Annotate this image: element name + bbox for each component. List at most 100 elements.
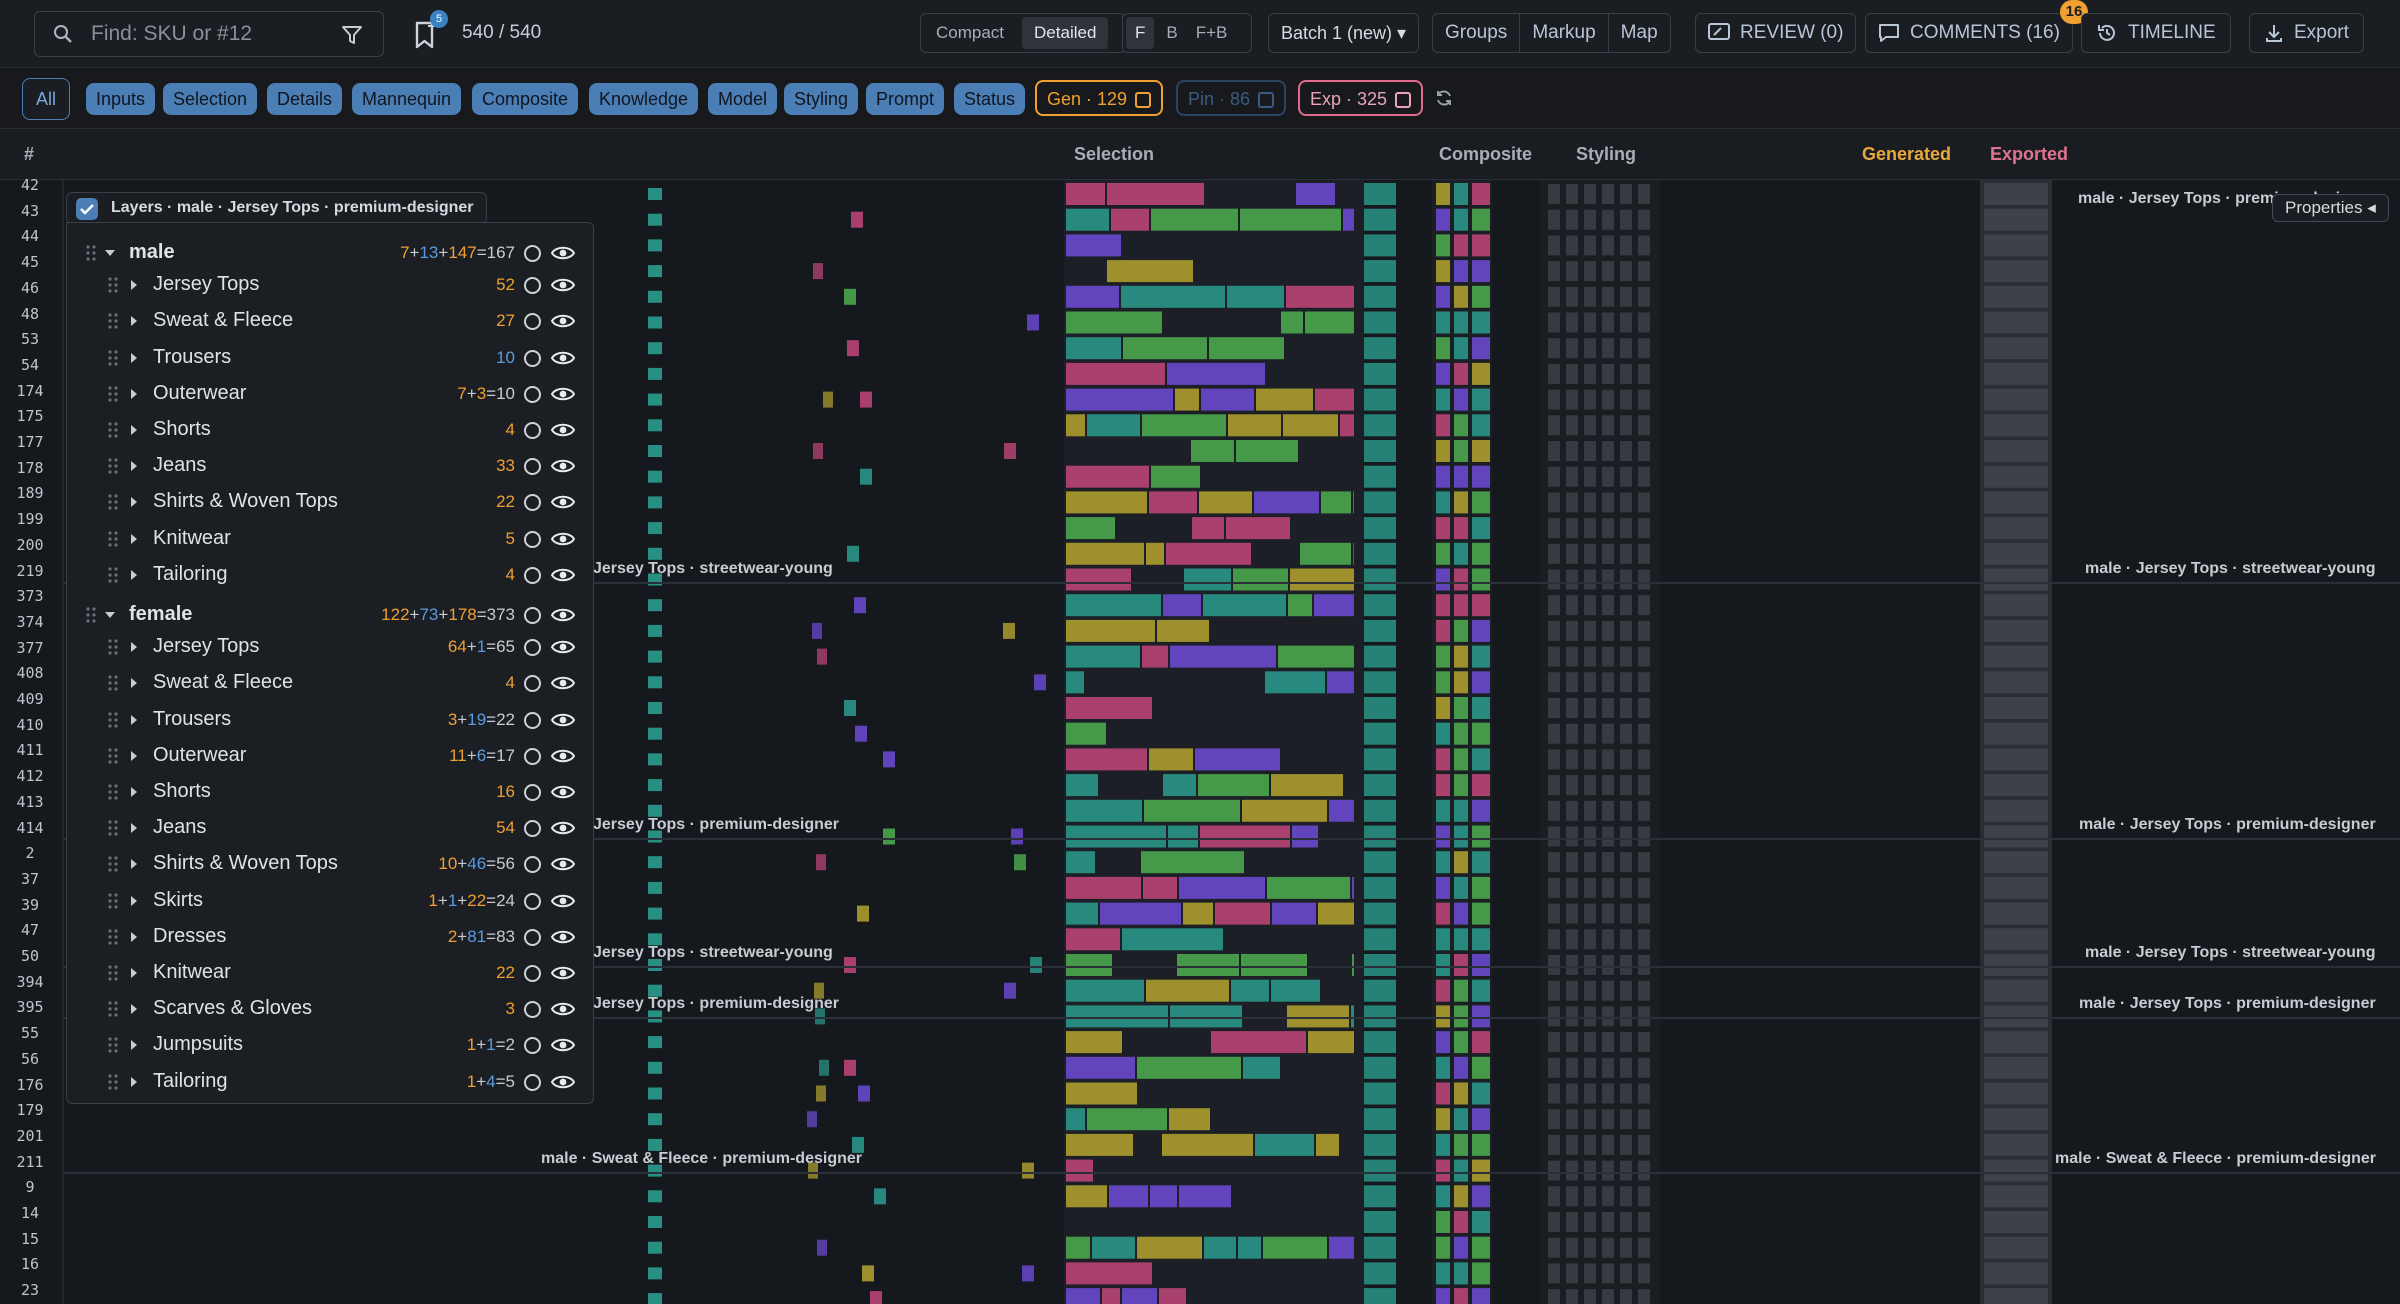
layer-item[interactable]: Shirts & Woven Tops 22 <box>67 484 593 520</box>
layer-item[interactable]: Sweat & Fleece 4 <box>67 665 593 701</box>
solo-radio[interactable] <box>524 1037 541 1055</box>
eye-icon[interactable] <box>550 892 576 910</box>
drag-handle-icon[interactable] <box>107 637 119 657</box>
eye-icon[interactable] <box>550 1073 576 1091</box>
solo-radio[interactable] <box>524 747 541 765</box>
layer-item[interactable]: Knitwear 22 <box>67 955 593 991</box>
solo-radio[interactable] <box>524 458 541 476</box>
chevron-right-icon[interactable] <box>127 749 141 763</box>
chevron-right-icon[interactable] <box>127 785 141 799</box>
chevron-right-icon[interactable] <box>127 459 141 473</box>
layer-item[interactable]: male 7+13+147=167 <box>67 235 593 271</box>
eye-icon[interactable] <box>550 783 576 801</box>
solo-radio[interactable] <box>524 349 541 367</box>
solo-radio[interactable] <box>524 385 541 403</box>
layer-item[interactable]: Jeans 54 <box>67 810 593 846</box>
drag-handle-icon[interactable] <box>107 963 119 983</box>
chip-mannequin[interactable]: Mannequin <box>352 83 462 115</box>
drag-handle-icon[interactable] <box>107 927 119 947</box>
pinned-filter[interactable]: Pin · 86 <box>1176 80 1287 116</box>
drag-handle-icon[interactable] <box>85 605 97 625</box>
search-box[interactable] <box>34 11 384 57</box>
layer-item[interactable]: Sweat & Fleece 27 <box>67 303 593 339</box>
drag-handle-icon[interactable] <box>107 456 119 476</box>
drag-handle-icon[interactable] <box>107 999 119 1019</box>
eye-icon[interactable] <box>550 276 576 294</box>
layer-item[interactable]: Outerwear 11+6=17 <box>67 738 593 774</box>
properties-button[interactable]: Properties ◂ <box>2272 194 2389 222</box>
solo-radio[interactable] <box>524 784 541 801</box>
drag-handle-icon[interactable] <box>107 348 119 368</box>
solo-radio[interactable] <box>524 566 541 584</box>
front-option[interactable]: F <box>1126 17 1155 49</box>
eye-icon[interactable] <box>550 1000 576 1018</box>
chevron-right-icon[interactable] <box>127 423 141 437</box>
chevron-down-icon[interactable] <box>103 608 117 622</box>
solo-radio[interactable] <box>524 245 541 262</box>
checkbox-icon[interactable] <box>76 198 98 220</box>
solo-radio[interactable] <box>524 277 541 295</box>
export-button[interactable]: Export <box>2249 13 2364 53</box>
eye-icon[interactable] <box>550 964 576 982</box>
chip-all[interactable]: All <box>22 78 71 120</box>
drag-handle-icon[interactable] <box>107 818 119 838</box>
chevron-right-icon[interactable] <box>127 640 141 654</box>
drag-handle-icon[interactable] <box>107 565 119 585</box>
drag-handle-icon[interactable] <box>107 710 119 730</box>
chevron-right-icon[interactable] <box>127 351 141 365</box>
chevron-right-icon[interactable] <box>127 532 141 546</box>
solo-radio[interactable] <box>524 856 541 874</box>
drag-handle-icon[interactable] <box>107 311 119 331</box>
drag-handle-icon[interactable] <box>85 243 97 263</box>
layer-item[interactable]: Dresses 2+81=83 <box>67 919 593 955</box>
eye-icon[interactable] <box>550 312 576 330</box>
eye-icon[interactable] <box>550 244 576 262</box>
layer-item[interactable]: Knitwear 5 <box>67 521 593 557</box>
layer-item[interactable]: Jersey Tops 52 <box>67 267 593 303</box>
solo-radio[interactable] <box>524 1073 541 1091</box>
chevron-right-icon[interactable] <box>127 676 141 690</box>
drag-handle-icon[interactable] <box>107 529 119 549</box>
chevron-right-icon[interactable] <box>127 1002 141 1016</box>
selection-column-header[interactable]: Selection <box>1074 144 1154 165</box>
eye-icon[interactable] <box>550 385 576 403</box>
chevron-right-icon[interactable] <box>127 387 141 401</box>
solo-radio[interactable] <box>524 711 541 729</box>
layer-item[interactable]: Tailoring 4 <box>67 557 593 593</box>
chip-status[interactable]: Status <box>954 83 1026 115</box>
layer-item[interactable]: Tailoring 1+4=5 <box>67 1064 593 1100</box>
batch-select[interactable]: Batch 1 (new) ▾ <box>1268 13 1420 53</box>
exported-filter[interactable]: Exp · 325 <box>1298 80 1424 116</box>
comments-button[interactable]: COMMENTS (16) <box>1865 13 2073 53</box>
search-input[interactable] <box>91 20 321 48</box>
map-mode[interactable]: Map <box>1609 14 1670 52</box>
solo-radio[interactable] <box>524 607 541 624</box>
layer-item[interactable]: female 122+73+178=373 <box>67 597 593 633</box>
layer-item[interactable]: Skirts 1+1+22=24 <box>67 883 593 919</box>
chevron-right-icon[interactable] <box>127 278 141 292</box>
layer-item[interactable]: Outerwear 7+3=10 <box>67 376 593 412</box>
eye-icon[interactable] <box>550 711 576 729</box>
solo-radio[interactable] <box>524 530 541 548</box>
drag-handle-icon[interactable] <box>107 1072 119 1092</box>
eye-icon[interactable] <box>550 606 576 624</box>
layer-item[interactable]: Scarves & Gloves 3 <box>67 991 593 1027</box>
eye-icon[interactable] <box>550 855 576 873</box>
chevron-right-icon[interactable] <box>127 966 141 980</box>
eye-icon[interactable] <box>550 493 576 511</box>
layer-item[interactable]: Shorts 4 <box>67 412 593 448</box>
eye-icon[interactable] <box>550 747 576 765</box>
drag-handle-icon[interactable] <box>107 673 119 693</box>
eye-icon[interactable] <box>550 928 576 946</box>
front-back-option[interactable]: F+B <box>1190 17 1234 49</box>
drag-handle-icon[interactable] <box>107 384 119 404</box>
chevron-right-icon[interactable] <box>127 568 141 582</box>
eye-icon[interactable] <box>550 819 576 837</box>
eye-icon[interactable] <box>550 566 576 584</box>
layer-item[interactable]: Trousers 10 <box>67 340 593 376</box>
solo-radio[interactable] <box>524 965 541 982</box>
solo-radio[interactable] <box>524 675 541 693</box>
drag-handle-icon[interactable] <box>107 1035 119 1055</box>
solo-radio[interactable] <box>524 1001 541 1019</box>
chevron-down-icon[interactable] <box>103 246 117 260</box>
